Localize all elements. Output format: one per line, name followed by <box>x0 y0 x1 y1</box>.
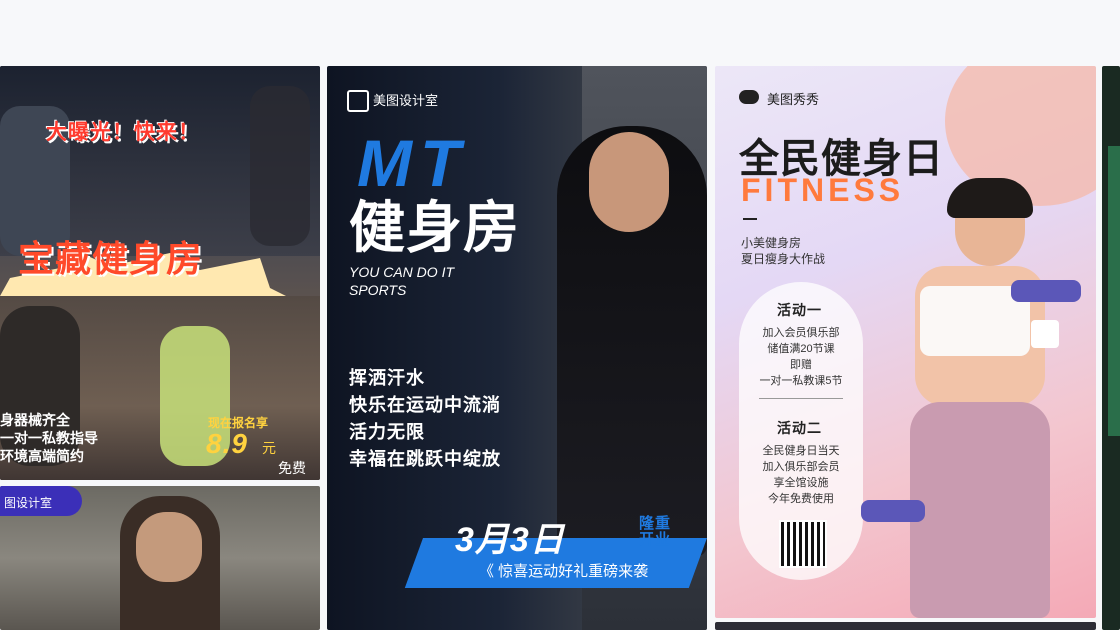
top-bar <box>0 0 1120 62</box>
template-card-design-room[interactable]: 图设计室 <box>0 486 320 630</box>
act1-line-3: 即赠 <box>790 359 812 371</box>
banner-text: 大曝光！快来！ <box>46 121 200 144</box>
act1-title: 活动一 <box>777 302 822 318</box>
tagline-2: SPORTS <box>349 282 407 298</box>
price-value: 8.9 <box>206 428 248 459</box>
feature-2: 一对一私教指导 <box>0 430 98 446</box>
template-card-fitness-day[interactable]: 美图秀秀 全民健身日 FITNESS 小美健身房 夏日瘦身大作战 活动一 加入会… <box>715 66 1096 618</box>
qr-code <box>779 520 827 568</box>
model-hair <box>947 178 1033 218</box>
dumbbell-icon <box>861 500 925 522</box>
line-3: 活力无限 <box>349 422 425 442</box>
brand-badge-text: 图设计室 <box>4 496 53 510</box>
feature-1: 身器械齐全 <box>0 412 70 428</box>
promo-text: 《 惊喜运动好礼重磅来袭 <box>479 563 649 580</box>
template-card-gym-treasure[interactable]: 大曝光！快来！ 宝藏健身房 身器械齐全 一对一私教指导 环境高端简约 现在报名享… <box>0 66 320 480</box>
sub-1: 小美健身房 <box>741 236 802 250</box>
brand-name: 美图秀秀 <box>767 92 820 107</box>
woman-figure <box>250 86 310 246</box>
date-text: 3月3日 <box>455 521 565 559</box>
template-card-partial[interactable] <box>1102 66 1120 630</box>
card1-title: 宝藏健身房 <box>18 238 204 279</box>
activity-divider <box>759 398 843 399</box>
wristband <box>1031 320 1059 348</box>
athlete-face <box>136 512 202 582</box>
feature-3: 环境高端简约 <box>0 448 84 464</box>
athlete-face <box>589 132 669 232</box>
sub-2: 夏日瘦身大作战 <box>741 252 826 266</box>
act2-line-1: 全民健身日当天 <box>762 445 840 457</box>
act2-line-4: 今年免费使用 <box>768 493 834 505</box>
line-2: 快乐在运动中流淌 <box>349 395 501 415</box>
line-4: 幸福在跳跃中绽放 <box>349 449 501 469</box>
act2-title: 活动二 <box>777 420 822 436</box>
template-card-mt-gym[interactable]: 美图设计室 MT 健身房 YOU CAN DO IT SPORTS 挥洒汗水 快… <box>327 66 707 630</box>
date-tag: 隆重开业 <box>639 515 672 548</box>
title-cn: 健身房 <box>349 196 520 259</box>
act1-line-4: 一对一私教课5节 <box>759 375 843 387</box>
act1-line-1: 加入会员俱乐部 <box>762 327 840 339</box>
brand-name: 美图设计室 <box>373 93 439 108</box>
act2-line-3: 享全馆设施 <box>773 477 829 489</box>
line-1: 挥洒汗水 <box>349 368 425 388</box>
dumbbell-icon <box>1011 280 1081 302</box>
act1-line-2: 储值满20节课 <box>767 343 835 355</box>
model-leggings <box>910 402 1050 618</box>
brand-logo-icon <box>739 90 759 104</box>
title-en: MT <box>357 126 469 200</box>
card3-subtitle-en: FITNESS <box>741 172 905 208</box>
template-card-dark-partial[interactable] <box>715 622 1096 630</box>
free-label: 免费 <box>278 460 306 476</box>
green-stripe <box>1108 146 1120 436</box>
tagline-1: YOU CAN DO IT <box>349 264 455 280</box>
price-unit: 元 <box>262 440 276 456</box>
brand-logo-icon <box>347 90 369 112</box>
divider-dash <box>743 218 757 220</box>
act2-line-2: 加入俱乐部会员 <box>762 461 840 473</box>
